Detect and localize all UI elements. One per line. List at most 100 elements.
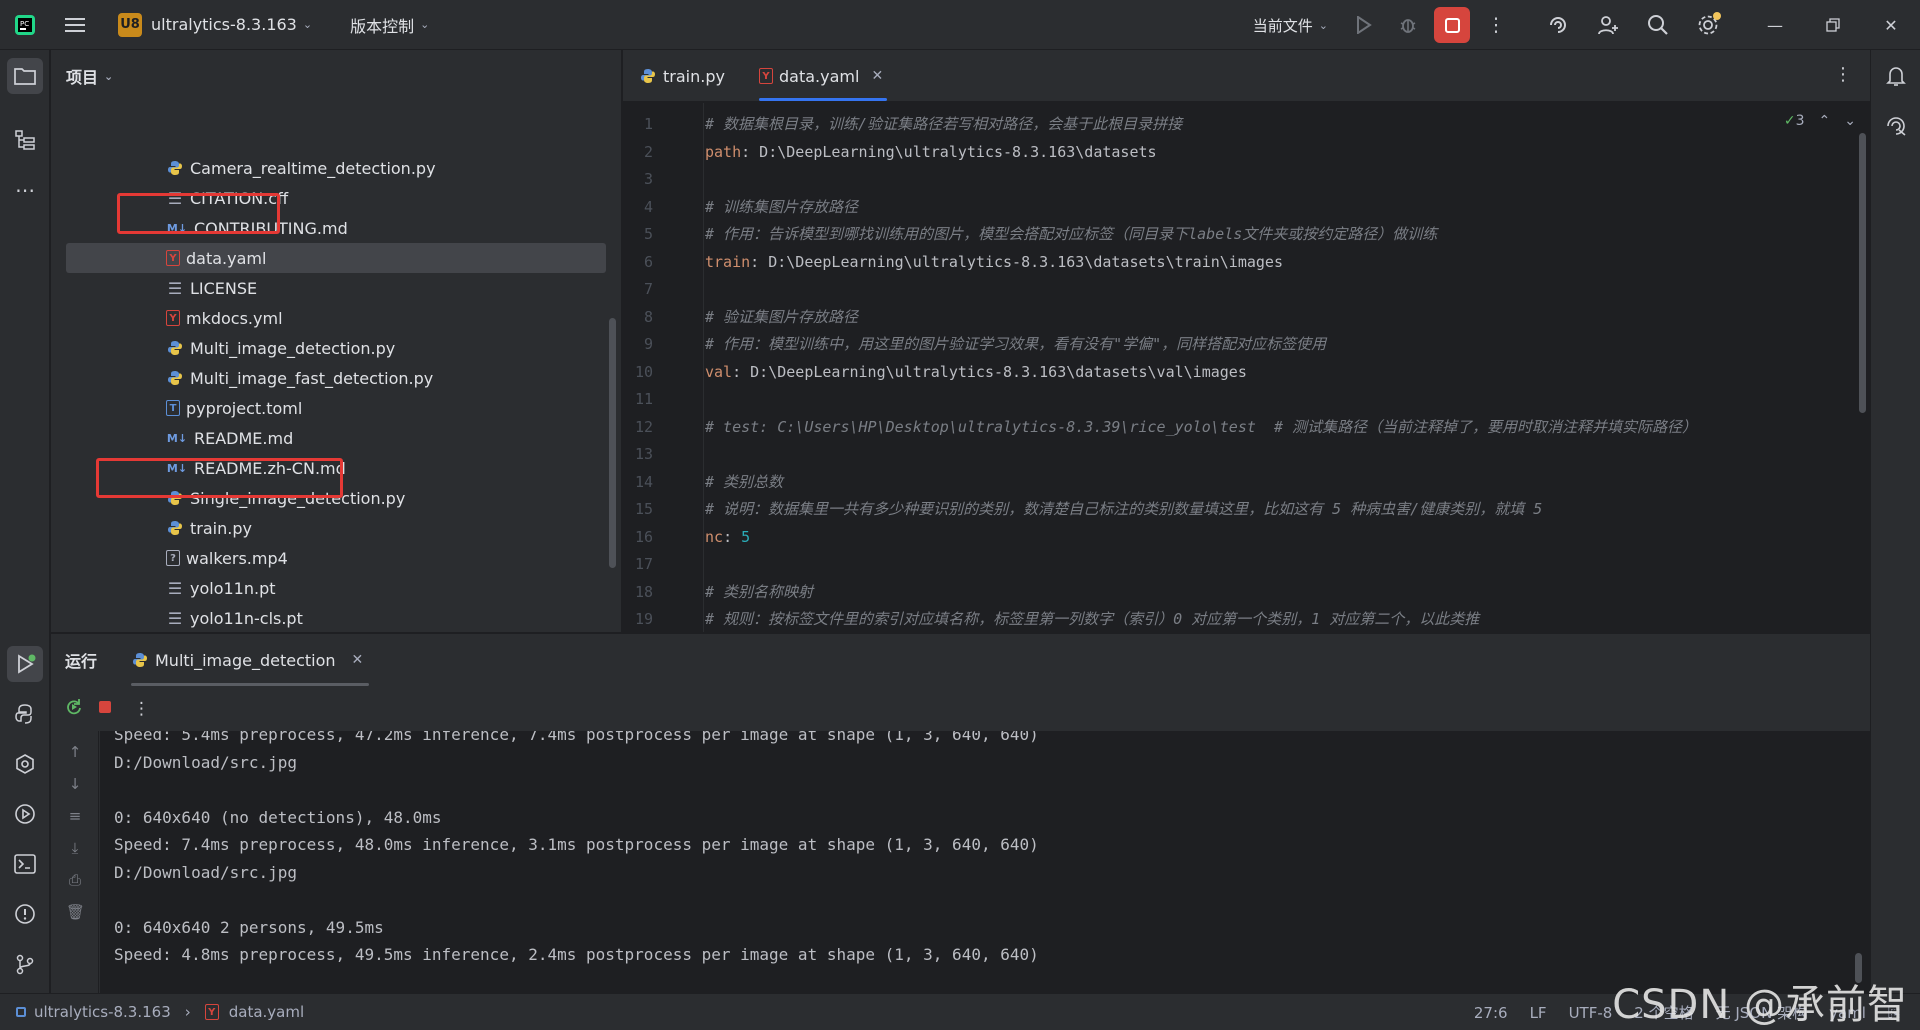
project-selector[interactable]: U8 ultralytics-8.3.163 ⌄ [110,9,320,41]
line-number: 14 [634,472,653,491]
ai-assistant-icon[interactable] [1536,0,1580,50]
soft-wrap-icon[interactable]: ≡ [66,807,84,825]
arrow-down-icon[interactable]: ↓ [66,775,84,793]
run-side-toolbar: ↑ ↓ ≡ ⤓ ⎙ 🗑 [51,731,99,993]
code-line: nc: 5 [705,524,750,552]
debug-icon[interactable] [1386,0,1430,50]
file-tree-item[interactable]: ? walkers.mp4 [51,543,606,573]
text-file-icon: ☰ [167,608,183,628]
file-language[interactable]: yaml [1829,1004,1866,1022]
inspection-widget[interactable]: ✓3 ⌃ ⌄ [1784,113,1856,129]
code-area[interactable]: 1 # 数据集根目录，训练/验证集路径若写相对路径，会基于此根目录拼接 2 path:… [623,103,1870,632]
problems-icon[interactable] [7,896,43,932]
file-tree-item[interactable]: ☰ yolo11n.pt [51,573,606,603]
status-right: 27:6 LF UTF-8 2 个空格 无 JSON 架构 yaml ⎘ [1474,994,1920,1030]
stop-button[interactable] [1430,0,1474,50]
file-tree-item[interactable]: Ymkdocs.yml [51,303,606,333]
chevron-up-icon[interactable]: ⌃ [1819,113,1831,129]
yaml-colon: : [741,142,751,161]
chevron-down-icon[interactable]: ⌄ [1844,113,1856,129]
stop-icon[interactable] [97,699,113,719]
main-menu-icon[interactable] [50,0,100,50]
file-tree-item[interactable]: Camera_realtime_detection.py [51,153,606,183]
print-icon[interactable]: ⎙ [66,871,84,889]
file-tree-item[interactable]: Multi_image_detection.py [51,333,606,363]
code-comment: # 作用：告诉模型到哪找训练用的图片，模型会搭配对应标签（同目录下labels文… [705,225,1438,243]
restore-icon[interactable] [1804,0,1862,50]
project-folder-icon[interactable] [7,58,43,94]
yaml-colon: : [732,362,742,381]
file-tree-item[interactable]: ☰ yolo11n-cls.pt [51,603,606,632]
file-tree-item[interactable]: Multi_image_fast_detection.py [51,363,606,393]
close-tab-icon[interactable]: ✕ [871,68,883,84]
project-panel-header[interactable]: 项目 ⌄ [51,50,621,102]
file-tree-item[interactable]: M↓ README.md [51,423,606,453]
project-panel-title: 项目 [66,68,99,87]
editor-scrollbar[interactable] [1859,133,1866,413]
toml-file-icon: T [166,400,180,416]
terminal-icon[interactable] [7,846,43,882]
more-vertical-icon[interactable]: ⋮ [1474,0,1518,50]
tab-label: data.yaml [779,66,860,86]
code-line: path: D:\DeepLearning\ultralytics-8.3.16… [705,139,1157,167]
python-file-icon [131,651,149,669]
vcs-menu[interactable]: 版本控制 ⌄ [342,9,437,41]
search-icon[interactable] [1636,0,1680,50]
breadcrumb-project[interactable]: ultralytics-8.3.163 [34,1003,171,1021]
run-icon[interactable] [1342,0,1386,50]
services-icon[interactable] [7,746,43,782]
line-separator[interactable]: LF [1530,1004,1547,1022]
line-number: 12 [634,417,653,436]
yaml-value: D:\DeepLearning\ultralytics-8.3.163\data… [741,362,1247,381]
file-name: Multi_image_detection.py [190,338,396,358]
code-comment: # 数据集根目录，训练/验证集路径若写相对路径，会基于此根目录拼接 [705,115,1183,133]
git-icon[interactable] [7,946,43,982]
module-icon [16,1007,26,1017]
file-tree-item[interactable]: train.py [51,513,606,543]
add-user-icon[interactable] [1586,0,1630,50]
caret-position[interactable]: 27:6 [1474,1004,1508,1022]
file-tree-item[interactable]: ☰ LICENSE [51,273,606,303]
arrow-up-icon[interactable]: ↑ [66,743,84,761]
run-tab-multi-image-detection[interactable]: Multi_image_detection ✕ [131,634,370,686]
minimize-icon[interactable]: — [1746,0,1804,50]
tab-label: train.py [663,66,725,86]
indent-setting[interactable]: 2 个空格 [1634,1002,1693,1023]
more-tools-icon[interactable]: ⋯ [7,172,43,208]
file-encoding[interactable]: UTF-8 [1569,1004,1613,1022]
ai-chat-icon[interactable] [1878,108,1914,144]
tree-scrollbar[interactable] [609,318,616,568]
python-file-icon [639,67,657,85]
run-config-selector[interactable]: 当前文件 ⌄ [1245,9,1336,41]
close-tab-icon[interactable]: ✕ [352,652,364,668]
close-icon[interactable]: ✕ [1862,0,1920,50]
file-tree-item[interactable]: Ydata.yaml [66,243,606,273]
app-logo-icon[interactable]: PC [0,0,50,50]
json-schema[interactable]: 无 JSON 架构 [1716,1002,1808,1023]
file-tree-item[interactable]: Tpyproject.toml [51,393,606,423]
tab-train-py[interactable]: train.py [639,50,725,102]
run-tool-icon[interactable] [7,646,43,682]
code-comment: # 作用：模型训练中，用这里的图片验证学习效果，看有没有"学偏"，同样搭配对应标… [705,335,1327,353]
notifications-bell-icon[interactable] [1878,58,1914,94]
vcs-label: 版本控制 [350,16,415,36]
breadcrumb-file[interactable]: data.yaml [229,1003,304,1021]
trash-icon[interactable]: 🗑 [66,903,85,921]
tabs-more-icon[interactable]: ⋮ [1834,64,1852,85]
rerun-icon[interactable] [65,698,83,720]
console-scrollbar[interactable] [1855,953,1862,983]
more-vertical-icon[interactable]: ⋮ [133,699,150,719]
code-line: train: D:\DeepLearning\ultralytics-8.3.1… [705,249,1283,277]
settings-gear-icon[interactable] [1686,0,1730,50]
console-line: Speed: 5.4ms preprocess, 47.2ms inferenc… [114,731,1039,744]
yaml-key: path [705,142,742,161]
lock-icon[interactable]: ⎘ [1888,1004,1900,1022]
structure-icon[interactable] [7,122,43,158]
check-icon: ✓ [1783,113,1796,129]
run-services-icon[interactable] [7,796,43,832]
console-output[interactable]: Speed: 5.4ms preprocess, 47.2ms inferenc… [100,731,1870,993]
code-comment: # test: C:\Users\HP\Desktop\ultralytics-… [705,417,1698,436]
scroll-to-end-icon[interactable]: ⤓ [66,839,84,857]
python-packages-icon[interactable] [7,696,43,732]
tab-data-yaml[interactable]: Y data.yaml ✕ [759,50,888,102]
